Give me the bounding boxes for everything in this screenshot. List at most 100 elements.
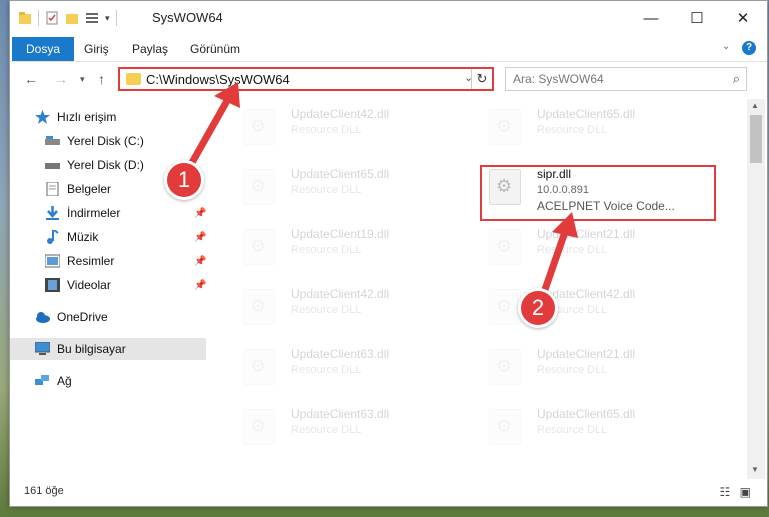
file-tile[interactable]: UpdateClient65.dll Resource DLL	[479, 101, 709, 151]
file-tile[interactable]: UpdateClient65.dll Resource DLL	[233, 161, 463, 211]
vertical-scrollbar[interactable]: ▲ ▼	[747, 99, 765, 479]
address-path[interactable]: C:\Windows\SysWOW64	[146, 72, 290, 87]
file-name: UpdateClient65.dll	[537, 407, 636, 421]
sidebar-item-pictures[interactable]: Resimler	[44, 250, 114, 272]
file-tile[interactable]: UpdateClient42.dll Resource DLL	[233, 101, 463, 151]
pin-icon[interactable]: 📌	[194, 280, 206, 291]
file-description: Resource DLL	[291, 364, 362, 376]
cloud-icon	[35, 310, 50, 324]
refresh-icon[interactable]: ↻	[471, 69, 492, 89]
sidebar-item-videos[interactable]: Videolar	[45, 274, 111, 296]
file-tile[interactable]: UpdateClient63.dll Resource DLL	[233, 341, 463, 391]
close-button[interactable]: ✕	[720, 1, 766, 35]
pin-icon[interactable]: 📌	[194, 256, 206, 267]
sidebar-item-label: OneDrive	[57, 310, 108, 324]
sidebar-item-local-disk-d[interactable]: Yerel Disk (D:)	[45, 154, 144, 176]
file-name: UpdateClient63.dll	[291, 407, 390, 421]
folder-icon	[126, 73, 141, 85]
callout-badge-1: 1	[164, 160, 204, 200]
details-view-icon[interactable]: ☷	[720, 485, 731, 499]
sidebar-item-downloads[interactable]: İndirmeler	[45, 202, 120, 224]
file-name: UpdateClient65.dll	[537, 107, 636, 121]
file-tile[interactable]: UpdateClient21.dll Resource DLL	[479, 341, 709, 391]
sidebar-item-this-pc[interactable]: Bu bilgisayar	[10, 338, 206, 360]
callout-badge-2: 2	[518, 288, 558, 328]
window-title: SysWOW64	[152, 10, 223, 25]
sidebar-item-label: Yerel Disk (D:)	[67, 158, 144, 172]
video-icon	[45, 278, 60, 292]
file-description: Resource DLL	[291, 304, 362, 316]
address-bar[interactable]: C:\Windows\SysWOW64 ⌄ ↻	[118, 67, 494, 91]
back-icon[interactable]: ←	[24, 71, 38, 87]
file-name: UpdateClient42.dll	[291, 287, 390, 301]
search-box[interactable]: Ara: SysWOW64 ⌕	[505, 67, 747, 91]
customize-icon[interactable]	[85, 11, 99, 25]
file-description: Resource DLL	[291, 424, 362, 436]
tab-paylas[interactable]: Paylaş	[122, 37, 178, 61]
tab-gorunum[interactable]: Görünüm	[180, 37, 250, 61]
pin-icon[interactable]: 📌	[194, 232, 206, 243]
file-tile[interactable]: UpdateClient42.dll Resource DLL	[233, 281, 463, 331]
file-name: UpdateClient42.dll	[291, 107, 390, 121]
tab-giris[interactable]: Giriş	[74, 37, 119, 61]
sidebar-item-network[interactable]: Ağ	[35, 370, 72, 392]
sidebar-item-label: Ağ	[57, 374, 72, 388]
chevron-down-icon[interactable]: ▾	[105, 13, 110, 24]
dll-file-icon	[243, 169, 275, 205]
sidebar-item-label: Yerel Disk (C:)	[67, 134, 144, 148]
sidebar-item-local-disk-c[interactable]: Yerel Disk (C:)	[45, 130, 144, 152]
dll-file-icon	[243, 229, 275, 265]
scroll-down-icon[interactable]: ▼	[751, 465, 759, 474]
new-folder-icon[interactable]	[65, 11, 79, 25]
file-tile[interactable]: UpdateClient65.dll Resource DLL	[479, 401, 709, 451]
music-icon	[45, 229, 60, 244]
dll-file-icon	[243, 289, 275, 325]
dll-file-icon	[243, 349, 275, 385]
file-tile[interactable]: UpdateClient63.dll Resource DLL	[233, 401, 463, 451]
sidebar-item-label: Videolar	[67, 278, 111, 292]
sidebar-item-quick-access[interactable]: Hızlı erişim	[35, 106, 116, 128]
pictures-icon	[44, 254, 61, 268]
maximize-button[interactable]: ☐	[674, 1, 720, 35]
file-description: Resource DLL	[537, 244, 608, 256]
expand-ribbon-icon[interactable]: ⌄	[722, 41, 730, 52]
file-tile[interactable]: UpdateClient21.dll Resource DLL	[479, 221, 709, 271]
file-description: Resource DLL	[291, 124, 362, 136]
file-tile[interactable]: UpdateClient19.dll Resource DLL	[233, 221, 463, 271]
sidebar-item-label: Hızlı erişim	[57, 110, 117, 124]
sidebar-item-label: Bu bilgisayar	[57, 342, 126, 356]
tab-dosya[interactable]: Dosya	[12, 37, 75, 61]
folder-icon[interactable]	[18, 11, 32, 25]
scroll-up-icon[interactable]: ▲	[751, 101, 759, 110]
up-icon[interactable]: ↑	[98, 71, 105, 87]
pin-icon[interactable]: 📌	[194, 208, 206, 219]
minimize-button[interactable]: —	[628, 1, 674, 35]
divider	[38, 10, 39, 26]
status-bar: 161 öğe ☷ ▣	[10, 481, 767, 503]
dll-file-icon	[243, 409, 275, 445]
large-icons-view-icon[interactable]: ▣	[740, 485, 751, 499]
file-name: UpdateClient63.dll	[291, 347, 390, 361]
dll-file-icon	[243, 109, 275, 145]
sidebar-item-label: Müzik	[67, 230, 99, 244]
dll-file-icon	[489, 349, 521, 385]
file-tile[interactable]: UpdateClient42.dll Resource DLL	[479, 281, 709, 331]
file-name: UpdateClient19.dll	[291, 227, 390, 241]
forward-icon[interactable]: →	[54, 71, 68, 87]
properties-icon[interactable]	[45, 11, 59, 25]
search-icon[interactable]: ⌕	[733, 71, 740, 87]
sidebar-item-music[interactable]: Müzik	[45, 226, 98, 248]
scrollbar-thumb[interactable]	[750, 115, 762, 163]
help-icon[interactable]: ?	[742, 41, 756, 55]
navigation-pane: Hızlı erişim Yerel Disk (C:) Yerel Disk …	[10, 101, 206, 461]
sidebar-item-documents[interactable]: Belgeler	[45, 178, 111, 200]
recent-locations-icon[interactable]: ▾	[80, 74, 85, 85]
dll-file-icon	[489, 289, 521, 325]
sidebar-item-onedrive[interactable]: OneDrive	[35, 306, 108, 328]
highlight-box	[480, 165, 716, 221]
dll-file-icon	[489, 409, 521, 445]
title-bar: ▾ SysWOW64 — ☐ ✕	[10, 1, 767, 35]
file-list: UpdateClient42.dll Resource DLL UpdateCl…	[223, 99, 743, 471]
search-input[interactable]: Ara: SysWOW64	[513, 72, 604, 86]
file-description: Resource DLL	[291, 244, 362, 256]
